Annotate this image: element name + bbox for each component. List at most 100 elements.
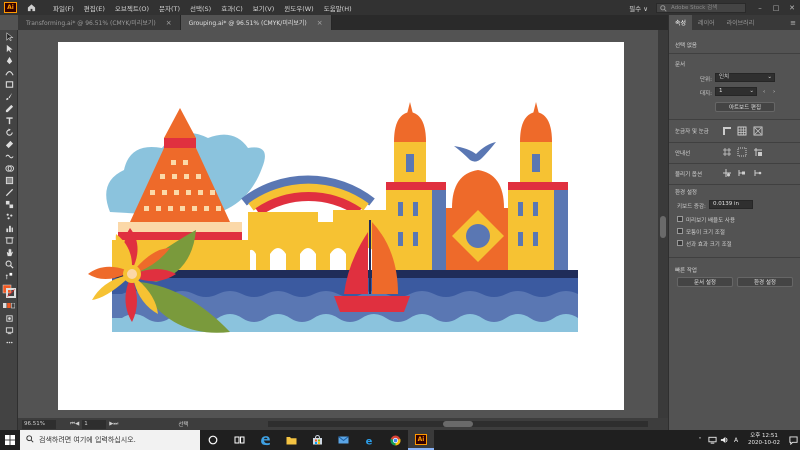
- selection-tool[interactable]: [0, 30, 18, 42]
- ime-indicator[interactable]: A: [730, 437, 742, 444]
- eyedropper-tool[interactable]: [0, 186, 18, 198]
- artboard[interactable]: [58, 42, 624, 410]
- mail-button[interactable]: [330, 430, 356, 450]
- pen-tool[interactable]: [0, 54, 18, 66]
- artboard-number-select[interactable]: 1: [82, 419, 107, 429]
- warp-tool[interactable]: [0, 150, 18, 162]
- right-tower-side[interactable]: [554, 190, 568, 270]
- shape-builder-tool[interactable]: [0, 162, 18, 174]
- tab-grouping[interactable]: Grouping.ai* @ 96.51% (CMYK/미리보기) ×: [180, 15, 332, 30]
- last-artboard-icon[interactable]: ⏭: [113, 421, 118, 428]
- menu-file[interactable]: 파일(F): [53, 3, 74, 13]
- tab-libraries[interactable]: 라이브러리: [721, 15, 761, 30]
- ie-button[interactable]: e: [356, 430, 382, 450]
- panel-menu-icon[interactable]: ≡: [790, 19, 796, 27]
- central-rose-window[interactable]: [466, 224, 490, 248]
- gradient-tool[interactable]: [0, 174, 18, 186]
- left-tower-band[interactable]: [386, 182, 446, 190]
- edge-button[interactable]: [252, 430, 278, 450]
- right-tower-dome[interactable]: [520, 112, 552, 142]
- scale-corners-checkbox[interactable]: [677, 228, 683, 234]
- menu-select[interactable]: 선택(S): [190, 3, 211, 13]
- zoom-tool[interactable]: [0, 258, 18, 270]
- blend-tool[interactable]: [0, 198, 18, 210]
- paintbrush-tool[interactable]: [0, 90, 18, 102]
- start-button[interactable]: [0, 430, 20, 450]
- menu-view[interactable]: 보기(V): [253, 3, 274, 13]
- prev-artboard-icon[interactable]: ◀: [75, 421, 79, 427]
- close-tab-icon[interactable]: ×: [317, 19, 323, 27]
- left-tower-side[interactable]: [432, 190, 446, 270]
- pencil-tool[interactable]: [0, 102, 18, 114]
- document-setup-button[interactable]: 문서 설정: [677, 277, 733, 287]
- maximize-button[interactable]: □: [768, 0, 784, 15]
- chrome-button[interactable]: [382, 430, 408, 450]
- store-button[interactable]: [304, 430, 330, 450]
- right-tower-band[interactable]: [508, 182, 568, 190]
- bird[interactable]: [454, 142, 496, 162]
- current-tool-label[interactable]: 선택: [178, 420, 188, 428]
- vertical-scroll-thumb[interactable]: [660, 216, 666, 238]
- file-explorer-button[interactable]: [278, 430, 304, 450]
- tab-properties[interactable]: 속성: [669, 15, 693, 30]
- illustrator-taskbar-button[interactable]: Ai: [408, 430, 434, 450]
- close-window-button[interactable]: ✕: [784, 0, 800, 15]
- pagoda-spire[interactable]: [164, 108, 196, 138]
- notifications-icon[interactable]: [786, 435, 800, 445]
- eraser-tool[interactable]: [0, 138, 18, 150]
- left-tower-window[interactable]: [406, 154, 414, 172]
- symbol-sprayer-tool[interactable]: [0, 210, 18, 222]
- direct-selection-tool[interactable]: [0, 42, 18, 54]
- hand-tool[interactable]: [0, 246, 18, 258]
- pagoda-band-mid[interactable]: [118, 222, 242, 232]
- vertical-scrollbar[interactable]: [658, 30, 668, 418]
- workspace-switcher[interactable]: 필수 ∨: [629, 3, 648, 13]
- snap-to-pixel-icon[interactable]: [753, 168, 763, 178]
- type-tool[interactable]: [0, 114, 18, 126]
- artboard-select[interactable]: 1 ⌄: [715, 87, 757, 96]
- horizontal-scroll-thumb[interactable]: [443, 421, 473, 427]
- rulers-icon[interactable]: [722, 126, 732, 136]
- menu-edit[interactable]: 편집(E): [84, 3, 105, 13]
- minimize-button[interactable]: –: [752, 0, 768, 15]
- keyboard-increment-input[interactable]: 0.0139 in: [709, 200, 753, 209]
- graph-tool[interactable]: [0, 222, 18, 234]
- color-mode-icons[interactable]: [0, 300, 18, 312]
- menu-window[interactable]: 윈도우(W): [284, 3, 313, 13]
- menu-help[interactable]: 도움말(H): [324, 3, 352, 13]
- tab-layers[interactable]: 레이어: [692, 15, 721, 30]
- snap-to-grid-icon[interactable]: [737, 168, 747, 178]
- zoom-level-select[interactable]: 96.51%: [22, 419, 56, 429]
- swap-fill-stroke-icon[interactable]: [0, 270, 18, 282]
- home-icon[interactable]: [25, 2, 37, 14]
- preview-bounds-checkbox[interactable]: [677, 216, 683, 222]
- units-select[interactable]: 인치 ⌄: [715, 73, 775, 82]
- ground-line[interactable]: [112, 270, 578, 278]
- stock-search-input[interactable]: Adobe Stock 검색: [656, 2, 746, 13]
- pagoda-band-top[interactable]: [164, 138, 196, 148]
- rectangle-tool[interactable]: [0, 78, 18, 90]
- right-tower-window[interactable]: [532, 154, 540, 172]
- cortana-button[interactable]: [200, 430, 226, 450]
- artboard-tool[interactable]: [0, 234, 18, 246]
- transparency-grid-icon[interactable]: [753, 126, 763, 136]
- horizontal-scrollbar[interactable]: [268, 421, 648, 427]
- menu-object[interactable]: 오브젝트(O): [115, 3, 149, 13]
- volume-icon[interactable]: [718, 436, 730, 444]
- snap-to-point-icon[interactable]: [722, 168, 732, 178]
- prev-artboard-arrow-icon[interactable]: ‹: [763, 89, 765, 95]
- chevron-up-icon[interactable]: ˄: [694, 437, 706, 444]
- close-tab-icon[interactable]: ×: [166, 19, 172, 27]
- tab-transforming[interactable]: Transforming.ai* @ 96.51% (CMYK/미리보기) ×: [18, 15, 181, 30]
- fill-stroke-swatches[interactable]: [0, 282, 18, 300]
- preferences-button[interactable]: 환경 설정: [737, 277, 793, 287]
- left-tower-dome[interactable]: [394, 112, 426, 142]
- smart-guides-icon[interactable]: [737, 147, 747, 157]
- rotate-tool[interactable]: [0, 126, 18, 138]
- sailboat-hull[interactable]: [334, 296, 410, 312]
- edit-artboards-button[interactable]: 아트보드 편집: [715, 102, 775, 112]
- rainbow-inner[interactable]: [255, 192, 362, 216]
- clock[interactable]: 오후 12:51 2020-10-02: [748, 433, 780, 447]
- canvas-area[interactable]: [18, 30, 668, 418]
- menu-type[interactable]: 문자(T): [159, 3, 180, 13]
